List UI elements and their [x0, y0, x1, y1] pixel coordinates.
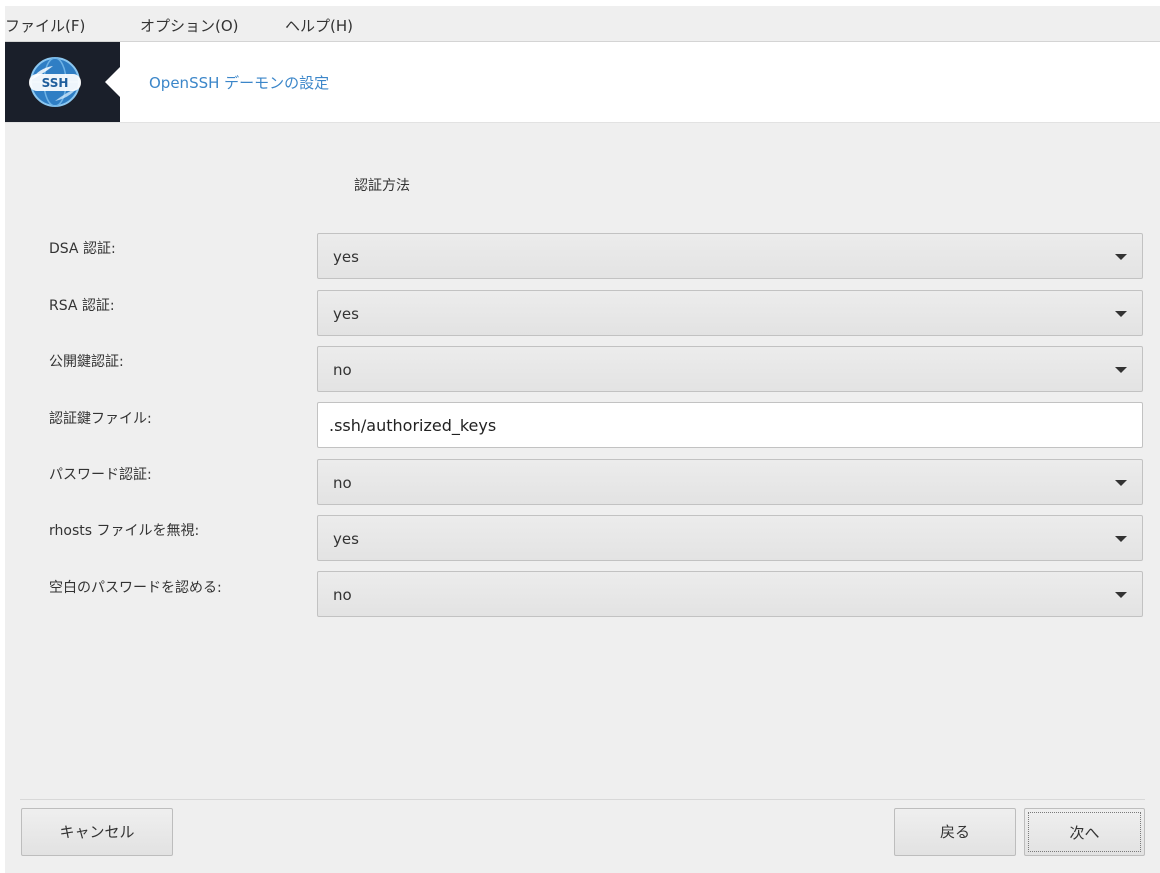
keyfile-label: 認証鍵ファイル:	[49, 411, 152, 427]
ssh-config-window: ファイル(F) オプション(O) ヘルプ(H) SSH OpenSSH デーモン…	[5, 6, 1160, 873]
menu-options[interactable]: オプション(O)	[140, 15, 239, 36]
keyfile-input[interactable]: .ssh/authorized_keys	[317, 402, 1143, 448]
back-button[interactable]: 戻る	[894, 808, 1016, 856]
chevron-down-icon	[1115, 480, 1127, 486]
rhosts-label: rhosts ファイルを無視:	[49, 523, 200, 539]
header-banner: SSH OpenSSH デーモンの設定	[5, 42, 1160, 123]
chevron-down-icon	[1115, 367, 1127, 373]
rsa-auth-label: RSA 認証:	[49, 298, 115, 314]
banner-title: OpenSSH デーモンの設定	[149, 74, 330, 92]
pubkey-auth-label: 公開鍵認証:	[49, 354, 124, 370]
cancel-button-label: キャンセル	[59, 823, 135, 841]
empty-password-value: no	[333, 586, 352, 604]
ssh-globe-icon: SSH	[29, 57, 81, 107]
rsa-auth-dropdown[interactable]: yes	[317, 290, 1143, 336]
keyfile-value: .ssh/authorized_keys	[329, 416, 497, 435]
cancel-button[interactable]: キャンセル	[21, 808, 173, 856]
logo-text: SSH	[42, 76, 69, 90]
rsa-auth-value: yes	[333, 305, 359, 323]
chevron-down-icon	[1115, 536, 1127, 542]
chevron-down-icon	[1115, 311, 1127, 317]
next-button-label: 次へ	[1069, 824, 1100, 842]
next-button[interactable]: 次へ	[1024, 808, 1145, 856]
password-auth-label: パスワード認証:	[49, 467, 152, 483]
banner-notch	[105, 66, 121, 98]
rhosts-dropdown[interactable]: yes	[317, 515, 1143, 561]
rhosts-value: yes	[333, 530, 359, 548]
password-auth-dropdown[interactable]: no	[317, 459, 1143, 505]
dsa-auth-label: DSA 認証:	[49, 241, 116, 257]
chevron-down-icon	[1115, 254, 1127, 260]
section-title: 認証方法	[354, 178, 410, 194]
password-auth-value: no	[333, 474, 352, 492]
pubkey-auth-dropdown[interactable]: no	[317, 346, 1143, 392]
menu-help[interactable]: ヘルプ(H)	[285, 15, 353, 36]
empty-password-dropdown[interactable]: no	[317, 571, 1143, 617]
next-button-focus-ring: 次へ	[1028, 812, 1141, 852]
menu-file[interactable]: ファイル(F)	[5, 15, 85, 36]
menubar: ファイル(F) オプション(O) ヘルプ(H)	[5, 6, 1160, 42]
app-logo: SSH	[5, 42, 121, 122]
dsa-auth-dropdown[interactable]: yes	[317, 233, 1143, 279]
back-button-label: 戻る	[939, 823, 970, 841]
pubkey-auth-value: no	[333, 361, 352, 379]
dsa-auth-value: yes	[333, 248, 359, 266]
empty-password-label: 空白のパスワードを認める:	[49, 580, 222, 596]
footer-separator	[20, 799, 1145, 800]
chevron-down-icon	[1115, 592, 1127, 598]
